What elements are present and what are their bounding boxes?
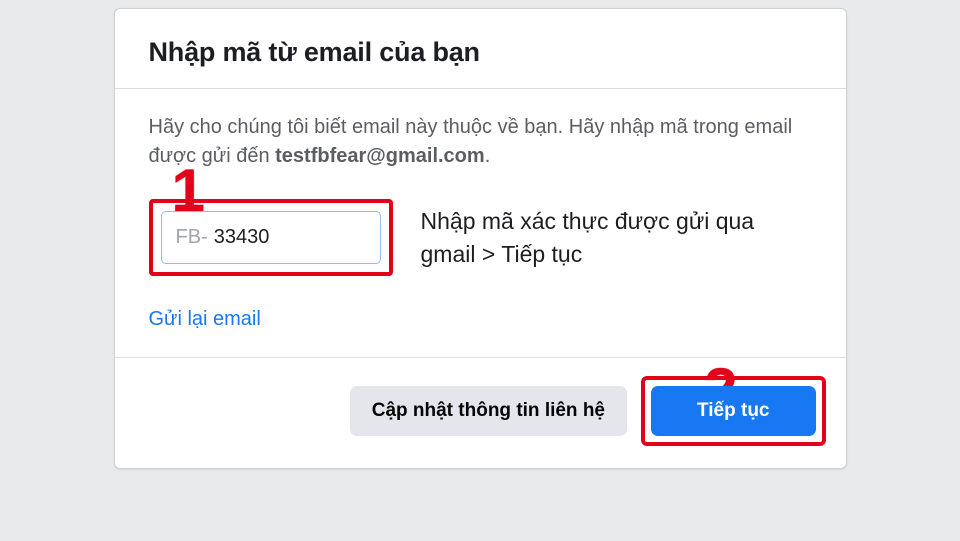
instruction-email: testfbfear@gmail.com xyxy=(275,145,485,167)
instruction-text: Hãy cho chúng tôi biết email này thuộc v… xyxy=(149,113,812,171)
code-input-container[interactable]: FB- xyxy=(161,211,381,264)
code-row: FB- Nhập mã xác thực được gửi qua gmail … xyxy=(149,199,812,276)
code-prefix: FB- xyxy=(176,226,208,249)
update-contact-button[interactable]: Cập nhật thông tin liên hệ xyxy=(350,386,627,436)
continue-button[interactable]: Tiếp tục xyxy=(651,386,816,436)
instruction-suffix: . xyxy=(485,145,491,167)
dialog-body: Hãy cho chúng tôi biết email này thuộc v… xyxy=(115,89,846,357)
continue-highlight-box: Tiếp tục xyxy=(641,376,826,446)
dialog-footer: Cập nhật thông tin liên hệ Tiếp tục xyxy=(115,357,846,468)
code-input[interactable] xyxy=(214,226,366,249)
dialog-title: Nhập mã từ email của bạn xyxy=(149,37,812,68)
annotation-text: Nhập mã xác thực được gửi qua gmail > Ti… xyxy=(421,205,812,269)
verification-dialog: 1 2 Nhập mã từ email của bạn Hãy cho chú… xyxy=(114,8,847,469)
code-highlight-box: FB- xyxy=(149,199,393,276)
dialog-header: Nhập mã từ email của bạn xyxy=(115,9,846,89)
resend-email-link[interactable]: Gửi lại email xyxy=(149,308,261,331)
